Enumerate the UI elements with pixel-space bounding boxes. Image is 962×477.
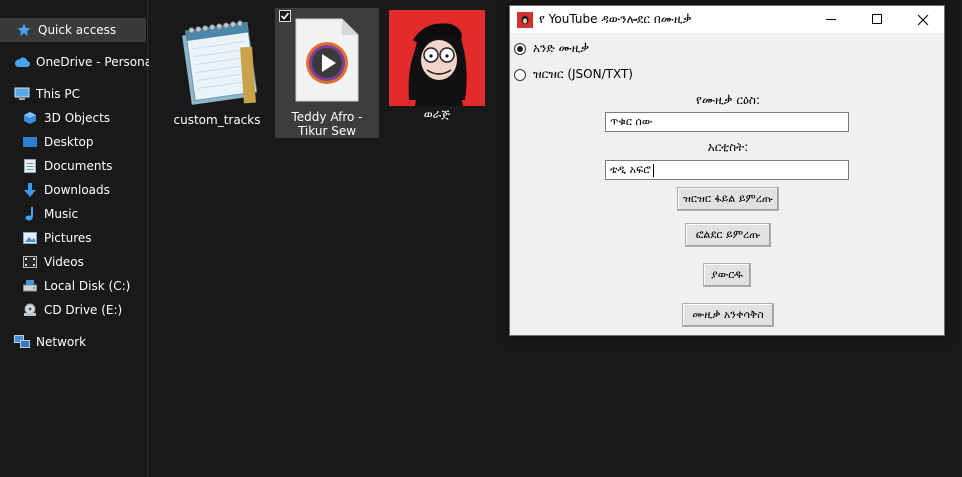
app-icon xyxy=(517,11,533,28)
sidebar-item-label: This PC xyxy=(36,87,80,101)
radio-button-unchecked[interactable] xyxy=(514,68,526,81)
radio-list-mode[interactable]: ዝርዝር (JSON/TXT) xyxy=(514,67,633,82)
file-item-teddy-afro[interactable]: Teddy Afro - Tikur Sew xyxy=(275,8,379,138)
network-icon xyxy=(14,334,30,350)
selection-checkbox[interactable] xyxy=(279,10,291,22)
sidebar-item-label: Documents xyxy=(44,159,113,173)
sidebar-item-label: OneDrive - Personal xyxy=(36,55,156,69)
sidebar-item-label: Music xyxy=(44,207,79,221)
navigation-pane: Quick access OneDrive - Personal This PC… xyxy=(0,0,155,477)
minimize-button[interactable] xyxy=(808,6,854,33)
sidebar-item-label: Local Disk (C:) xyxy=(44,279,131,293)
song-title-label: የሙዚቃ ርዕስ: xyxy=(695,93,761,107)
youtube-downloader-window: የ YouTube ዳውንሎደር በሙዚቃ አንድ ሙዚቃ ዝርዝር (JSON… xyxy=(509,5,945,336)
window-title: የ YouTube ዳውንሎደር በሙዚቃ xyxy=(539,12,692,26)
artist-label: አርቲስት: xyxy=(707,140,749,154)
sidebar-item-label: Videos xyxy=(44,255,84,269)
sidebar-item-onedrive[interactable]: OneDrive - Personal xyxy=(0,50,155,74)
image-thumbnail-icon xyxy=(389,10,485,106)
artist-value: ቴዲ አፍሮ xyxy=(610,163,651,176)
sidebar-item-pictures[interactable]: Pictures xyxy=(0,226,146,250)
download-arrow-icon xyxy=(22,182,38,198)
file-name: custom_tracks xyxy=(173,113,261,127)
computer-icon xyxy=(14,86,30,102)
choose-folder-button[interactable]: ፎልደር ይምረጡ xyxy=(685,223,771,247)
sidebar-item-music[interactable]: Music xyxy=(0,202,146,226)
sidebar-item-this-pc[interactable]: This PC xyxy=(0,82,146,106)
star-icon xyxy=(16,22,32,38)
sidebar-item-label: CD Drive (E:) xyxy=(44,303,123,317)
document-icon xyxy=(22,158,38,174)
picture-icon xyxy=(22,230,38,246)
sidebar-item-label: Network xyxy=(36,335,87,349)
cloud-icon xyxy=(14,54,30,70)
artist-input[interactable]: ቴዲ አፍሮ xyxy=(605,160,849,180)
sidebar-item-label: Desktop xyxy=(44,135,94,149)
sidebar-item-3d-objects[interactable]: 3D Objects xyxy=(0,106,146,130)
file-item-custom-tracks[interactable]: custom_tracks xyxy=(165,8,269,138)
music-note-icon xyxy=(22,206,38,222)
file-name: Teddy Afro - Tikur Sew xyxy=(291,110,363,138)
sidebar-item-videos[interactable]: Videos xyxy=(0,250,146,274)
maximize-button[interactable] xyxy=(854,6,900,33)
file-name: ወራጅ xyxy=(423,107,451,121)
sidebar-item-network[interactable]: Network xyxy=(0,330,146,354)
sidebar-item-label: Quick access xyxy=(38,23,117,37)
sidebar-item-label: Pictures xyxy=(44,231,92,245)
sidebar-item-quick-access[interactable]: Quick access xyxy=(0,18,146,42)
sidebar-item-label: 3D Objects xyxy=(44,111,111,125)
radio-label: አንድ ሙዚቃ xyxy=(533,41,590,55)
window-titlebar[interactable]: የ YouTube ዳውንሎደር በሙዚቃ xyxy=(510,6,944,33)
media-file-icon xyxy=(279,13,375,106)
sidebar-item-downloads[interactable]: Downloads xyxy=(0,178,146,202)
song-title-value: ጥቁር ሰው xyxy=(610,115,653,128)
sidebar-item-desktop[interactable]: Desktop xyxy=(0,130,146,154)
radio-label: ዝርዝር (JSON/TXT) xyxy=(533,67,633,81)
choose-list-file-button[interactable]: ዝርዝር ፋይል ይምረጡ xyxy=(677,187,779,211)
notepad-icon xyxy=(169,13,265,109)
sidebar-item-label: Downloads xyxy=(44,183,110,197)
download-button[interactable]: ያውርዱ xyxy=(703,263,751,287)
move-music-button[interactable]: ሙዚቃ አንቀሳቅስ xyxy=(682,303,774,327)
close-button[interactable] xyxy=(900,6,946,33)
desktop-root: Quick access OneDrive - Personal This PC… xyxy=(0,0,962,477)
video-icon xyxy=(22,254,38,270)
cube-icon xyxy=(22,110,38,126)
sidebar-item-local-disk[interactable]: Local Disk (C:) xyxy=(0,274,146,298)
text-caret xyxy=(652,163,654,177)
radio-button-checked[interactable] xyxy=(514,42,526,55)
disk-icon xyxy=(22,278,38,294)
file-item-image[interactable]: ወራጅ xyxy=(385,8,489,138)
song-title-input[interactable]: ጥቁር ሰው xyxy=(605,112,849,132)
sidebar-item-cd-drive[interactable]: CD Drive (E:) xyxy=(0,298,146,322)
desktop-icon xyxy=(22,134,38,150)
sidebar-item-documents[interactable]: Documents xyxy=(0,154,146,178)
radio-single-song[interactable]: አንድ ሙዚቃ xyxy=(514,41,589,56)
cd-drive-icon xyxy=(22,302,38,318)
